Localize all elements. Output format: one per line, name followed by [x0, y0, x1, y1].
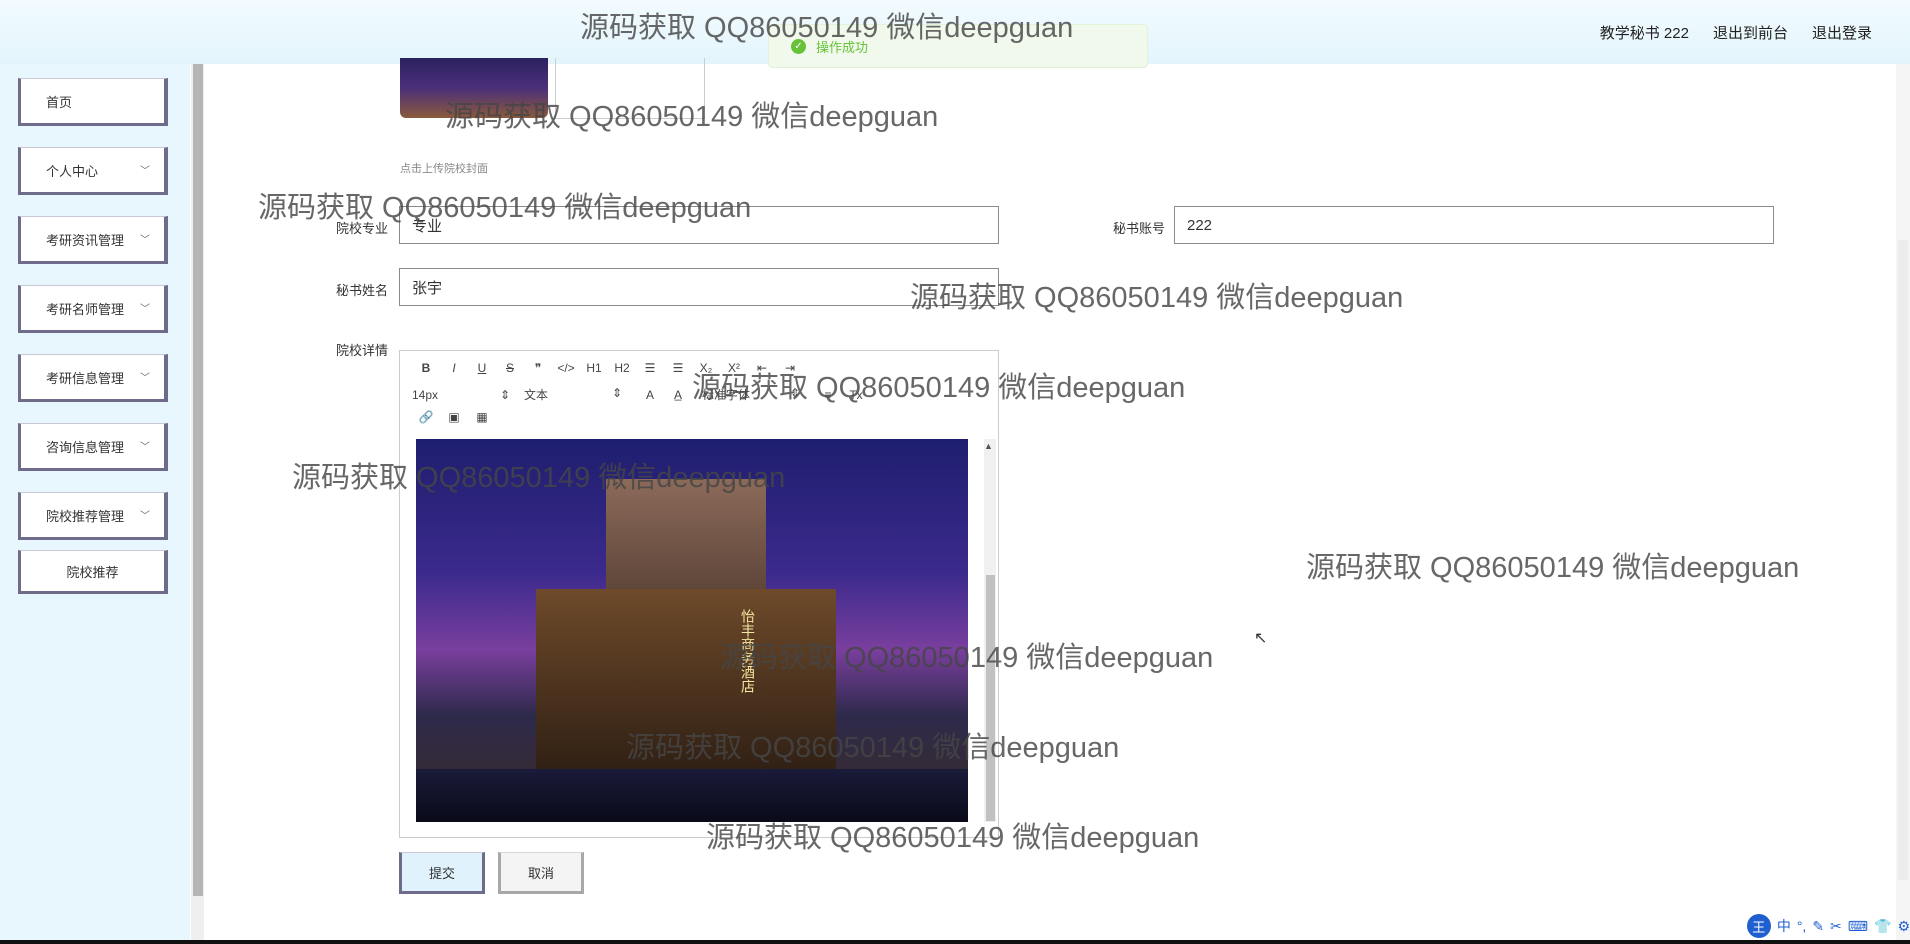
chevron-down-icon: ﹀ — [140, 166, 150, 177]
toast-message: 操作成功 — [816, 39, 869, 55]
font-family-select[interactable]: 标准字体 ⇕ — [702, 386, 800, 403]
font-color-icon[interactable]: A — [636, 388, 664, 402]
logout-link[interactable]: 退出登录 — [1812, 22, 1872, 43]
cover-upload-box[interactable] — [555, 58, 705, 119]
select-arrows-icon: ⇕ — [789, 386, 800, 400]
blockquote-icon[interactable]: ❞ — [524, 361, 552, 375]
check-circle-icon: ✓ — [791, 38, 806, 54]
success-toast: ✓ 操作成功 — [768, 24, 1148, 68]
current-user-label: 教学秘书 222 — [1599, 25, 1689, 42]
ime-toolbar[interactable]: 王 中 °, ✎ ✂ ⌨ 👕 ⚙ — [1746, 914, 1910, 938]
major-label: 院校专业 — [335, 221, 388, 236]
ime-logo-icon[interactable]: 王 — [1746, 914, 1771, 938]
ime-keyboard-icon[interactable]: ⌨ — [1848, 918, 1868, 935]
chevron-down-icon: ﹀ — [140, 442, 150, 453]
sidebar-item-label: 个人中心 — [46, 163, 99, 179]
clear-format-icon[interactable]: Tx — [842, 388, 870, 402]
indent-icon[interactable]: ⇥ — [776, 361, 804, 375]
sidebar-item-consult-management[interactable]: 咨询信息管理 ﹀ — [18, 423, 168, 471]
account-input[interactable] — [1174, 206, 1774, 244]
background-color-icon[interactable]: A̲ — [664, 388, 692, 402]
chevron-down-icon: ﹀ — [140, 373, 150, 384]
sidebar-item-teacher-management[interactable]: 考研名师管理 ﹀ — [18, 285, 168, 333]
editor-toolbar-row3: 🔗 ▣ ▦ — [412, 410, 496, 424]
subscript-icon[interactable]: X₂ — [692, 361, 720, 375]
superscript-icon[interactable]: X² — [720, 361, 748, 375]
ime-chinese-mode[interactable]: 中 — [1777, 916, 1791, 936]
strikethrough-icon[interactable]: S — [496, 361, 524, 375]
font-size-select[interactable]: 14px ⇕ — [412, 388, 510, 402]
ime-scissors-icon[interactable]: ✂ — [1830, 918, 1842, 935]
sidebar-item-personal-center[interactable]: 个人中心 ﹀ — [18, 147, 168, 195]
cover-upload-hint: 点击上传院校封面 — [400, 163, 488, 175]
account-label: 秘书账号 — [1112, 221, 1165, 236]
chevron-down-icon: ﹀ — [140, 235, 150, 246]
sidebar-item-info-management[interactable]: 考研信息管理 ﹀ — [18, 354, 168, 402]
back-to-front-link[interactable]: 退出到前台 — [1713, 22, 1788, 43]
rich-text-editor[interactable]: B I U S ❞ </> H1 H2 ☰ ☰ X₂ X² ⇤ ⇥ 14px ⇕ … — [399, 350, 999, 838]
detail-label: 院校详情 — [335, 343, 388, 358]
font-size-value: 14px — [412, 387, 439, 402]
sidebar-item-home[interactable]: 首页 — [18, 78, 168, 126]
chevron-down-icon: ﹀ — [140, 304, 150, 315]
ime-handwrite-icon[interactable]: ✎ — [1812, 918, 1824, 935]
header-links: 教学秘书 222 退出到前台 退出登录 — [1600, 22, 1872, 43]
image-icon[interactable]: ▣ — [440, 410, 468, 424]
hotel-building-shape: 怡丰商务酒店 — [536, 589, 836, 789]
bullet-list-icon[interactable]: ☰ — [664, 361, 692, 375]
sidebar-item-label: 咨询信息管理 — [46, 439, 125, 455]
street-shape — [416, 769, 968, 822]
code-icon[interactable]: </> — [552, 361, 580, 375]
chevron-down-icon: ﹀ — [140, 511, 150, 522]
editor-toolbar-row2: 14px ⇕ 文本 ⇕ A A̲ 标准字体 ⇕ ≡ Tx — [412, 386, 870, 403]
heading1-icon[interactable]: H1 — [580, 361, 608, 375]
hotel-sign: 怡丰商务酒店 — [740, 609, 756, 693]
cancel-button[interactable]: 取消 — [498, 852, 584, 894]
select-arrows-icon: ⇕ — [611, 386, 622, 400]
editor-scrollbar-thumb[interactable] — [986, 575, 995, 821]
block-type-select[interactable]: 文本 ⇕ — [524, 386, 622, 403]
sidebar-item-recommend-management[interactable]: 院校推荐管理 ﹀ — [18, 492, 168, 540]
major-input[interactable] — [399, 206, 999, 244]
editor-toolbar-row1: B I U S ❞ </> H1 H2 ☰ ☰ X₂ X² ⇤ ⇥ — [412, 361, 804, 375]
sidebar-item-label: 院校推荐 — [66, 564, 119, 580]
block-type-value: 文本 — [524, 388, 549, 402]
italic-icon[interactable]: I — [440, 361, 468, 375]
link-icon[interactable]: 🔗 — [412, 410, 440, 424]
name-label: 秘书姓名 — [335, 283, 388, 298]
sidebar-item-label: 考研名师管理 — [46, 301, 125, 317]
font-family-value: 标准字体 — [702, 388, 751, 402]
align-icon[interactable]: ≡ — [814, 388, 842, 402]
sidebar-scrollbar-thumb[interactable] — [193, 64, 203, 896]
submit-button[interactable]: 提交 — [399, 852, 485, 894]
underline-icon[interactable]: U — [468, 361, 496, 375]
sidebar-item-news-management[interactable]: 考研资讯管理 ﹀ — [18, 216, 168, 264]
ime-punctuation-icon[interactable]: °, — [1797, 918, 1807, 934]
select-arrows-icon: ⇕ — [499, 387, 510, 402]
name-input[interactable] — [399, 268, 999, 306]
ime-skin-icon[interactable]: 👕 — [1874, 918, 1891, 935]
video-icon[interactable]: ▦ — [468, 410, 496, 424]
scroll-up-icon[interactable]: ▲ — [984, 441, 993, 451]
mouse-cursor-icon: ↖ — [1254, 630, 1268, 647]
sidebar: 首页 个人中心 ﹀ 考研资讯管理 ﹀ 考研名师管理 ﹀ 考研信息管理 ﹀ 咨询信… — [0, 64, 190, 944]
outdent-icon[interactable]: ⇤ — [748, 361, 776, 375]
hotel-image: 怡丰商务酒店 — [416, 439, 968, 822]
taskbar-edge — [0, 940, 1910, 944]
sidebar-subitem-recommend[interactable]: 院校推荐 — [18, 550, 168, 594]
ime-settings-icon[interactable]: ⚙ — [1897, 918, 1910, 935]
sidebar-item-label: 首页 — [46, 94, 73, 110]
sidebar-item-label: 考研资讯管理 — [46, 232, 125, 248]
sidebar-item-label: 考研信息管理 — [46, 370, 125, 386]
ordered-list-icon[interactable]: ☰ — [636, 361, 664, 375]
page-scrollbar-thumb[interactable] — [1898, 240, 1908, 880]
heading2-icon[interactable]: H2 — [608, 361, 636, 375]
bold-icon[interactable]: B — [412, 361, 440, 375]
sidebar-item-label: 院校推荐管理 — [46, 508, 125, 524]
cover-image[interactable] — [400, 58, 548, 118]
